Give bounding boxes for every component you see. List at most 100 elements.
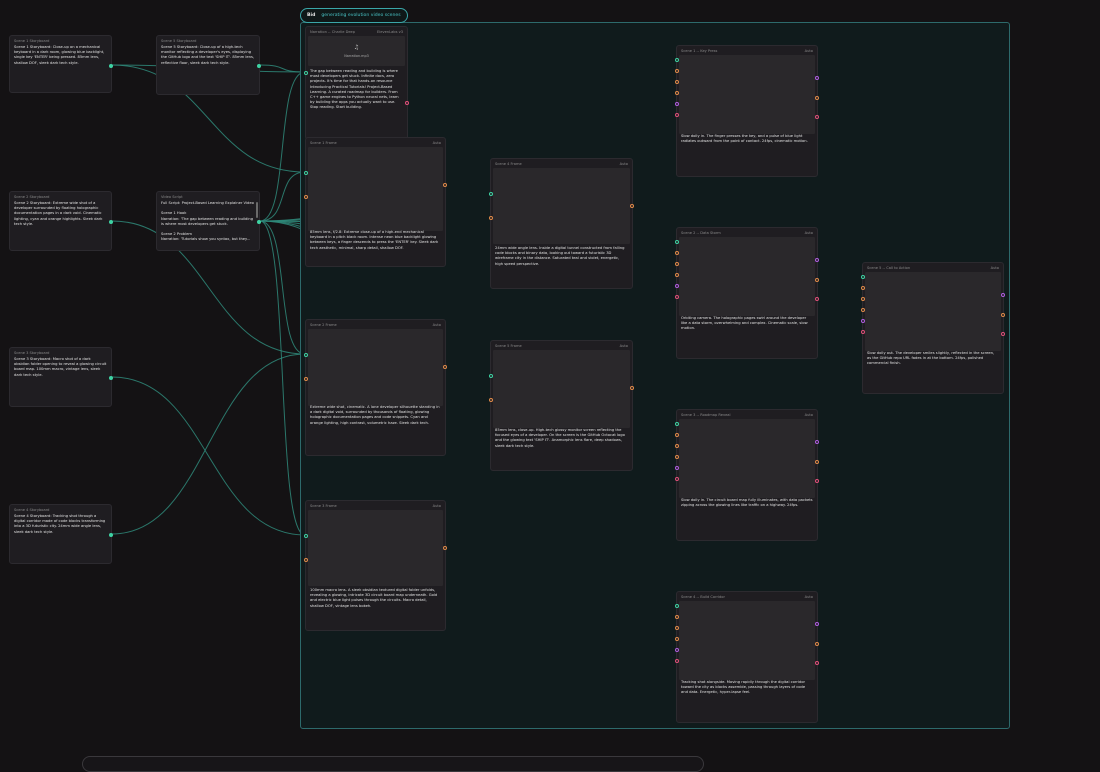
- output-port[interactable]: [257, 64, 261, 68]
- start-frame-port[interactable]: [675, 251, 679, 255]
- output-port[interactable]: [109, 376, 113, 380]
- reference-port[interactable]: [675, 637, 679, 641]
- frame-prompt[interactable]: 24mm wide angle lens. Inside a digital t…: [495, 246, 628, 286]
- audio-input-port[interactable]: [675, 648, 679, 652]
- scene-frame-node-4[interactable]: Scene 4 Frame Auto 24mm wide angle lens. …: [489, 158, 634, 289]
- prompt-input-port[interactable]: [675, 58, 679, 62]
- start-frame-port[interactable]: [861, 286, 865, 290]
- image-output-port[interactable]: [630, 386, 634, 390]
- image-input-port[interactable]: [489, 216, 493, 220]
- frame-output-port[interactable]: [815, 278, 819, 282]
- bottom-toolbar[interactable]: [82, 756, 704, 772]
- storyboard-node-4[interactable]: Scene 4 Storyboard Scene 4 Storyboard: T…: [9, 504, 113, 564]
- video-output-port[interactable]: [815, 622, 819, 626]
- mask-input-port[interactable]: [675, 659, 679, 663]
- audio-output-port[interactable]: [815, 115, 819, 119]
- mask-input-port[interactable]: [675, 477, 679, 481]
- storyboard-text[interactable]: Scene 1 Storyboard: Close-up on a mechan…: [14, 45, 107, 89]
- frame-output-port[interactable]: [815, 460, 819, 464]
- end-frame-port[interactable]: [675, 626, 679, 630]
- narration-text[interactable]: The gap between reading and building is …: [310, 69, 403, 136]
- image-preview[interactable]: [308, 510, 443, 586]
- frame-output-port[interactable]: [1001, 313, 1005, 317]
- scene-frame-node-3[interactable]: Scene 3 Frame Auto 100mm macro lens. A sl…: [304, 500, 447, 631]
- video-output-port[interactable]: [815, 76, 819, 80]
- scene-frame-node-5[interactable]: Scene 5 Frame Auto 85mm lens, close-up. H…: [489, 340, 634, 471]
- mode-badge[interactable]: Auto: [433, 504, 441, 508]
- image-input-port[interactable]: [304, 195, 308, 199]
- script-scrollbar[interactable]: [256, 202, 258, 218]
- mask-input-port[interactable]: [675, 295, 679, 299]
- frame-prompt[interactable]: 85mm lens, close-up. High-tech glossy mo…: [495, 428, 628, 468]
- video-preview[interactable]: [679, 601, 815, 680]
- prompt-input-port[interactable]: [304, 353, 308, 357]
- audio-input-port[interactable]: [675, 284, 679, 288]
- video-output-port[interactable]: [815, 258, 819, 262]
- video-output-port[interactable]: [1001, 293, 1005, 297]
- mode-badge[interactable]: Auto: [620, 344, 628, 348]
- storyboard-text[interactable]: Scene 3 Storyboard: Macro shot of a dark…: [14, 357, 107, 403]
- image-preview[interactable]: [308, 147, 443, 231]
- mode-badge[interactable]: Auto: [805, 231, 813, 235]
- scene-video-node-3[interactable]: Scene 3 -- Roadmap Reveal Auto Slow dolly…: [675, 409, 819, 541]
- mask-input-port[interactable]: [675, 113, 679, 117]
- image-output-port[interactable]: [443, 183, 447, 187]
- output-port[interactable]: [109, 220, 113, 224]
- frame-prompt[interactable]: 100mm macro lens. A sleek obsidian textu…: [310, 588, 441, 628]
- mode-badge[interactable]: Auto: [991, 266, 999, 270]
- image-output-port[interactable]: [443, 365, 447, 369]
- image-preview[interactable]: [308, 329, 443, 406]
- mode-badge[interactable]: Auto: [620, 162, 628, 166]
- audio-player[interactable]: ♫ Narration.mp3: [308, 36, 405, 66]
- scene-video-node-5[interactable]: Scene 5 -- Call to Action Auto Slow dolly…: [861, 262, 1005, 394]
- scene-video-node-2[interactable]: Scene 2 -- Data Storm Auto Orbiting camer…: [675, 227, 819, 359]
- video-preview[interactable]: [865, 272, 1001, 351]
- model-badge[interactable]: ElevenLabs v3: [377, 30, 403, 34]
- prompt-input-port[interactable]: [304, 534, 308, 538]
- image-input-port[interactable]: [489, 398, 493, 402]
- start-frame-port[interactable]: [675, 69, 679, 73]
- output-port[interactable]: [109, 64, 113, 68]
- prompt-input-port[interactable]: [489, 374, 493, 378]
- video-prompt[interactable]: Orbiting camera. The holographic pages s…: [681, 316, 813, 356]
- video-script-text[interactable]: Full Script: Project-Based Learning Expl…: [161, 201, 255, 247]
- storyboard-node-5[interactable]: Scene 5 Storyboard Scene 5 Storyboard: C…: [156, 35, 261, 95]
- frame-prompt[interactable]: 85mm lens, f/2.8: Extreme close-up of a …: [310, 230, 441, 264]
- video-prompt[interactable]: Tracking shot alongside. Moving rapidly …: [681, 680, 813, 720]
- end-frame-port[interactable]: [675, 80, 679, 84]
- scene-video-node-4[interactable]: Scene 4 -- Build Corridor Auto Tracking s…: [675, 591, 819, 723]
- storyboard-text[interactable]: Scene 5 Storyboard: Close-up of a high-t…: [161, 45, 255, 91]
- mode-badge[interactable]: Auto: [805, 595, 813, 599]
- start-frame-port[interactable]: [675, 615, 679, 619]
- audio-output-port[interactable]: [815, 297, 819, 301]
- group-title-pill[interactable]: Bid generating evolution video scenes: [300, 8, 408, 23]
- mode-badge[interactable]: Auto: [433, 323, 441, 327]
- storyboard-node-2[interactable]: Scene 2 Storyboard Scene 2 Storyboard: E…: [9, 191, 113, 251]
- frame-output-port[interactable]: [815, 642, 819, 646]
- narration-node[interactable]: Narration -- Charlie Deep ElevenLabs v3 …: [304, 26, 409, 140]
- audio-output-port[interactable]: [405, 101, 409, 105]
- audio-output-port[interactable]: [1001, 332, 1005, 336]
- end-frame-port[interactable]: [675, 444, 679, 448]
- video-preview[interactable]: [679, 419, 815, 498]
- prompt-input-port[interactable]: [304, 171, 308, 175]
- reference-port[interactable]: [675, 91, 679, 95]
- reference-port[interactable]: [675, 273, 679, 277]
- video-prompt[interactable]: Slow dolly in. The finger presses the ke…: [681, 134, 813, 174]
- image-output-port[interactable]: [443, 546, 447, 550]
- audio-input-port[interactable]: [675, 102, 679, 106]
- storyboard-text[interactable]: Scene 2 Storyboard: Extreme wide shot of…: [14, 201, 107, 247]
- start-frame-port[interactable]: [675, 433, 679, 437]
- audio-output-port[interactable]: [815, 661, 819, 665]
- storyboard-node-3[interactable]: Scene 3 Storyboard Scene 3 Storyboard: M…: [9, 347, 113, 407]
- reference-port[interactable]: [861, 308, 865, 312]
- output-port[interactable]: [109, 533, 113, 537]
- audio-input-port[interactable]: [675, 466, 679, 470]
- end-frame-port[interactable]: [861, 297, 865, 301]
- prompt-input-port[interactable]: [489, 192, 493, 196]
- input-port[interactable]: [304, 71, 308, 75]
- prompt-input-port[interactable]: [861, 275, 865, 279]
- prompt-input-port[interactable]: [675, 422, 679, 426]
- mask-input-port[interactable]: [861, 330, 865, 334]
- frame-output-port[interactable]: [815, 96, 819, 100]
